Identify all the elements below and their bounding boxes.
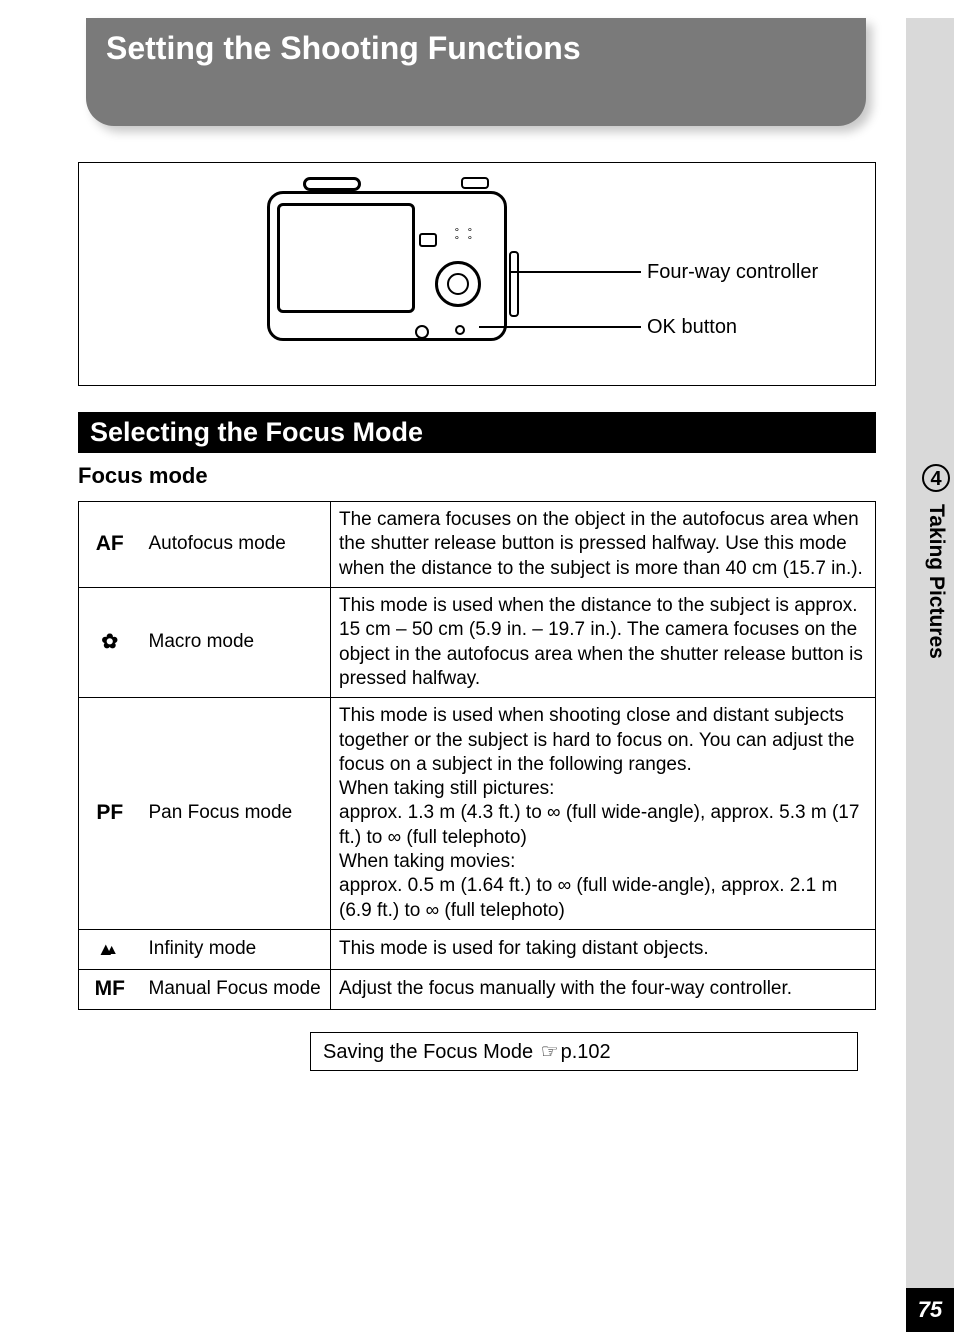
table-row: Macro mode This mode is used when the di… (79, 587, 876, 697)
side-gutter (906, 18, 954, 1332)
mode-symbol-pf: PF (79, 698, 141, 930)
reference-text: Saving the Focus Mode (323, 1041, 533, 1063)
mode-name: Infinity mode (141, 930, 331, 970)
mode-symbol-infinity (79, 930, 141, 970)
mode-symbol-af: AF (79, 502, 141, 588)
mode-name: Autofocus mode (141, 502, 331, 588)
reference-page: p.102 (561, 1041, 611, 1063)
chapter-number-badge: 4 (921, 464, 951, 492)
callout-four-way-controller: Four-way controller (647, 261, 818, 284)
page-number: 75 (906, 1288, 954, 1332)
callout-line-controller (509, 271, 641, 273)
cross-reference-box: Saving the Focus Mode p.102 (310, 1032, 858, 1071)
mode-description: This mode is used when the distance to t… (331, 587, 876, 697)
callout-ok-button: OK button (647, 316, 737, 339)
mode-symbol-macro (79, 587, 141, 697)
section-heading: Selecting the Focus Mode (78, 412, 876, 453)
page-title-banner: Setting the Shooting Functions (86, 18, 866, 126)
table-row: MF Manual Focus mode Adjust the focus ma… (79, 969, 876, 1009)
mode-symbol-mf: MF (79, 969, 141, 1009)
mountain-icon (97, 937, 123, 960)
callout-line-ok (479, 326, 641, 328)
table-row: PF Pan Focus mode This mode is used when… (79, 698, 876, 930)
flower-icon (101, 630, 118, 653)
chapter-title-vertical: Taking Pictures (924, 504, 948, 659)
camera-diagram: ∘ ∘∘ ∘ Four-way controller OK button (78, 162, 876, 386)
camera-illustration: ∘ ∘∘ ∘ (267, 181, 517, 357)
section-subheading: Focus mode (78, 463, 876, 489)
mode-description: This mode is used for taking distant obj… (331, 930, 876, 970)
mode-name: Macro mode (141, 587, 331, 697)
mode-description: Adjust the focus manually with the four-… (331, 969, 876, 1009)
pointer-icon (541, 1041, 559, 1063)
page-title: Setting the Shooting Functions (106, 30, 846, 67)
table-row: Infinity mode This mode is used for taki… (79, 930, 876, 970)
mode-description: The camera focuses on the object in the … (331, 502, 876, 588)
mode-description: This mode is used when shooting close an… (331, 698, 876, 930)
mode-name: Manual Focus mode (141, 969, 331, 1009)
table-row: AF Autofocus mode The camera focuses on … (79, 502, 876, 588)
mode-name: Pan Focus mode (141, 698, 331, 930)
focus-mode-table: AF Autofocus mode The camera focuses on … (78, 501, 876, 1010)
